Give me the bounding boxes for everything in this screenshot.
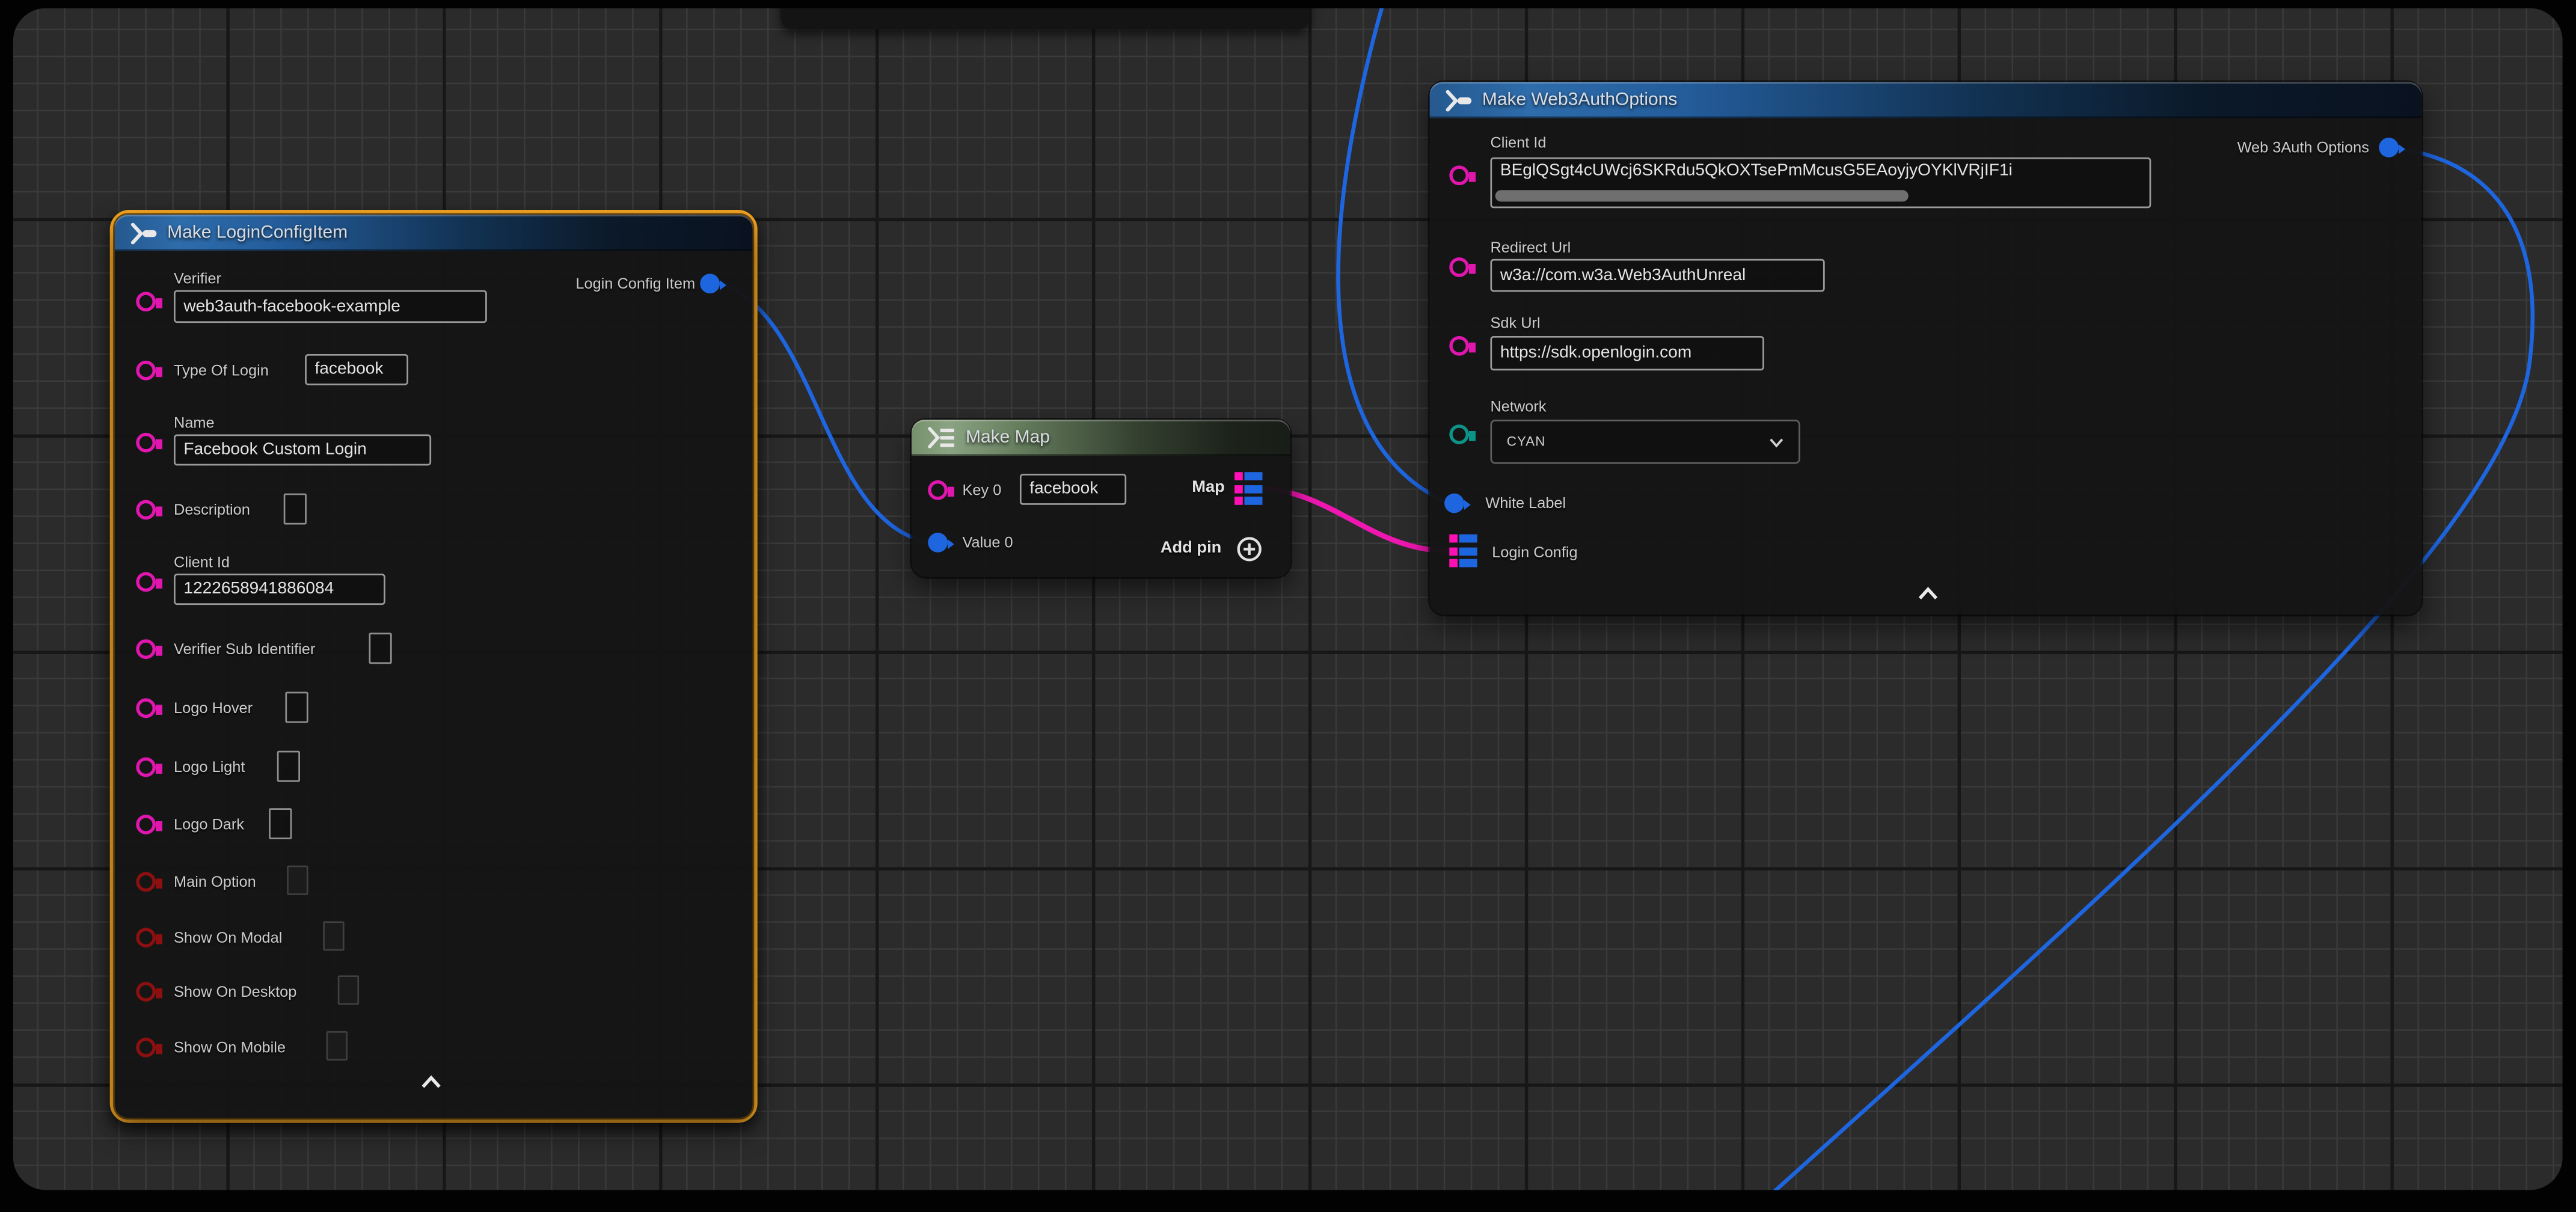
description-input[interactable] <box>284 494 307 525</box>
pin-login-config[interactable] <box>1449 534 1479 568</box>
pin-label: Verifier <box>174 269 221 289</box>
pin-label: Client Id <box>1490 133 1546 153</box>
clipped-node-top-edge[interactable] <box>780 8 1310 29</box>
pin-label: Show On Mobile <box>174 1038 286 1057</box>
logo-hover-input[interactable] <box>285 692 308 723</box>
pin-logo-dark[interactable] <box>136 815 157 836</box>
chevron-down-icon <box>1769 437 1784 447</box>
blueprint-editor: Make LoginConfigItem Login Config Item V… <box>0 0 2575 1211</box>
pin-label: Network <box>1490 397 1546 417</box>
collapse-chevron-icon[interactable] <box>1916 587 1939 600</box>
redirect-url-input[interactable]: w3a://com.w3a.Web3AuthUnreal <box>1490 259 1824 292</box>
pin-label: Logo Dark <box>174 815 244 834</box>
pin-type-of-login[interactable] <box>136 361 157 382</box>
pin-redirect-url[interactable] <box>1449 257 1470 278</box>
logo-dark-input[interactable] <box>269 808 292 839</box>
pin-label: Login Config <box>1492 543 1577 563</box>
key-0-input[interactable]: facebook <box>1020 474 1126 505</box>
graph-canvas[interactable]: Make LoginConfigItem Login Config Item V… <box>13 8 2563 1190</box>
pin-label: Sdk Url <box>1490 313 1540 333</box>
pin-label: Main Option <box>174 872 256 892</box>
pin-network[interactable] <box>1449 424 1470 445</box>
pin-client-id[interactable] <box>1449 165 1470 186</box>
node-make-web3auth-options[interactable]: Make Web3AuthOptions Web 3Auth Options C… <box>1430 82 2422 614</box>
verifier-input[interactable]: web3auth-facebook-example <box>174 290 487 323</box>
pin-key-0[interactable] <box>928 480 949 501</box>
collapse-chevron-icon[interactable] <box>420 1076 443 1089</box>
pin-label: Logo Hover <box>174 699 253 718</box>
pin-verifier[interactable] <box>136 292 157 313</box>
make-map-icon <box>927 426 956 449</box>
pin-sdk-url[interactable] <box>1449 336 1470 357</box>
node-header[interactable]: Make LoginConfigItem <box>115 215 753 251</box>
pin-label: White Label <box>1485 494 1566 513</box>
pin-logo-hover[interactable] <box>136 699 157 720</box>
node-make-map[interactable]: Make Map Key 0 facebook Map Value 0 Add … <box>912 420 1290 577</box>
pin-label: Type Of Login <box>174 361 269 381</box>
pin-value-0[interactable] <box>928 533 949 554</box>
pin-verifier-sub-identifier[interactable] <box>136 639 157 660</box>
pin-label: Logo Light <box>174 758 245 777</box>
pin-show-on-desktop[interactable] <box>136 982 157 1003</box>
logo-light-input[interactable] <box>277 751 300 782</box>
pin-main-option[interactable] <box>136 872 157 893</box>
pin-label: Verifier Sub Identifier <box>174 639 315 659</box>
pin-label: Redirect Url <box>1490 237 1571 257</box>
pin-label: Client Id <box>174 552 230 572</box>
pin-name[interactable] <box>136 433 157 454</box>
output-pin-label: Login Config Item <box>575 274 695 293</box>
make-struct-icon <box>1444 90 1472 111</box>
pin-label: Show On Modal <box>174 928 282 947</box>
output-pin-login-config-item[interactable] <box>700 274 721 295</box>
output-pin-label: Map <box>1192 479 1225 498</box>
node-make-login-config-item[interactable]: Make LoginConfigItem Login Config Item V… <box>115 215 753 1118</box>
pin-label: Description <box>174 500 250 520</box>
node-title: Make LoginConfigItem <box>167 223 348 243</box>
pin-show-on-modal[interactable] <box>136 928 157 949</box>
make-struct-icon <box>129 222 157 243</box>
sdk-url-input[interactable]: https://sdk.openlogin.com <box>1490 336 1764 370</box>
verifier-sub-identifier-input[interactable] <box>369 632 391 664</box>
name-input[interactable]: Facebook Custom Login <box>174 435 431 466</box>
node-title: Make Map <box>966 428 1050 448</box>
pin-show-on-mobile[interactable] <box>136 1038 157 1059</box>
show-on-mobile-checkbox[interactable] <box>327 1031 348 1060</box>
client-id-input[interactable]: 1222658941886084 <box>174 574 385 605</box>
add-pin-button[interactable]: Add pin <box>1161 539 1221 557</box>
pin-client-id[interactable] <box>136 572 157 593</box>
wire-map-to-login-config[interactable] <box>1264 489 1447 551</box>
pin-label: Key 0 <box>963 480 1002 500</box>
pin-label: Show On Desktop <box>174 982 296 1002</box>
network-dropdown-value: CYAN <box>1507 435 1546 450</box>
pin-description[interactable] <box>136 500 157 521</box>
pin-white-label[interactable] <box>1444 494 1465 515</box>
node-header[interactable]: Make Web3AuthOptions <box>1430 82 2422 118</box>
pin-logo-light[interactable] <box>136 758 157 779</box>
node-header[interactable]: Make Map <box>912 420 1290 456</box>
output-pin-label: Web 3Auth Options <box>2237 138 2369 158</box>
output-pin-web3auth-options[interactable] <box>2379 138 2400 159</box>
show-on-modal-checkbox[interactable] <box>323 921 344 950</box>
show-on-desktop-checkbox[interactable] <box>338 975 359 1005</box>
main-option-checkbox[interactable] <box>287 866 308 895</box>
type-of-login-input[interactable]: facebook <box>305 354 408 385</box>
client-id-scrollbar[interactable] <box>1495 190 1909 201</box>
node-title: Make Web3AuthOptions <box>1482 90 1678 110</box>
add-pin-icon[interactable] <box>1236 536 1263 563</box>
selection-outline: Make LoginConfigItem Login Config Item V… <box>110 210 758 1123</box>
network-dropdown[interactable]: CYAN <box>1490 420 1800 464</box>
pin-label: Name <box>174 413 215 433</box>
output-pin-map[interactable] <box>1234 472 1264 505</box>
pin-label: Value 0 <box>963 533 1013 552</box>
